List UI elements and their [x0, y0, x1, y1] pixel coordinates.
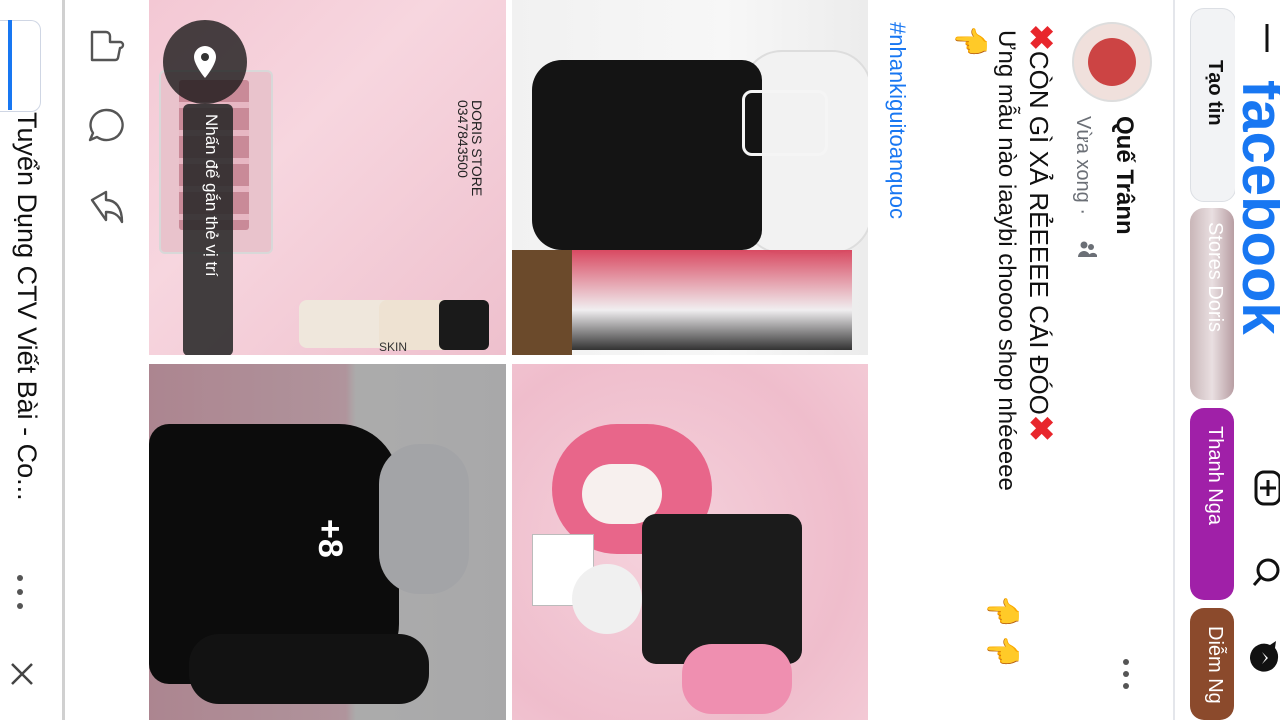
group-chip[interactable] — [0, 20, 41, 112]
ribbon-detail — [742, 90, 828, 156]
story-label: Stores Doris — [1204, 222, 1226, 333]
pointing-hand-emoji: 👈 — [984, 597, 1022, 630]
caption-line-2: Ưng mẫu nào iaaybi choooo shop nhéeeee — [992, 30, 1020, 491]
top-black — [532, 60, 762, 250]
author-avatar[interactable] — [1072, 22, 1152, 102]
story-label: Thanh Nga — [1204, 426, 1226, 525]
story-label: Diễm Ng — [1204, 626, 1226, 704]
post-time: Vừa xong · — [1072, 116, 1094, 215]
post-more-icon[interactable] — [1116, 656, 1136, 692]
keychain-charm — [572, 564, 642, 634]
caption-text-2: Ưng mẫu nào iaaybi choooo shop nhéeeee — [993, 30, 1020, 491]
more-photos-count[interactable]: +8 — [310, 519, 349, 558]
author-name[interactable]: Quế Trânn — [1110, 116, 1138, 235]
post-photo-black-dress[interactable]: +8 — [149, 364, 506, 720]
create-story-label: Tạo tin — [1204, 60, 1226, 126]
post-hashtag[interactable]: #nhankiguitoanquoc — [884, 22, 910, 219]
caption-line-1: ✖CÒN GÌ XẢ RẺEEEE CÁI ĐÓO✖ — [1022, 24, 1060, 442]
pointing-hand-emoji: 👈 — [952, 27, 990, 60]
bottle-cap — [439, 300, 489, 350]
red-x-icon: ✖ — [1023, 24, 1059, 51]
add-icon[interactable] — [1250, 468, 1280, 508]
plush-strap — [682, 644, 792, 714]
handbag-black — [642, 514, 802, 664]
location-tooltip-text: Nhấn để gắn thẻ vị trí — [202, 114, 221, 277]
messenger-icon[interactable] — [1250, 636, 1280, 680]
post-photo-black-top[interactable] — [512, 0, 868, 355]
search-icon[interactable] — [1250, 552, 1280, 592]
close-icon[interactable] — [8, 660, 36, 688]
share-icon[interactable] — [84, 186, 128, 230]
product-label: SKIN — [379, 340, 408, 354]
comment-icon[interactable] — [84, 104, 128, 148]
sticker-figure — [532, 250, 852, 350]
like-icon[interactable] — [84, 22, 128, 66]
more-options-icon[interactable] — [10, 572, 30, 612]
menu-icon[interactable] — [1256, 20, 1278, 56]
handbag-brown — [512, 250, 572, 355]
red-x-icon: ✖ — [1023, 414, 1059, 442]
sheet-title[interactable]: Tuyển Dụng CTV Viết Bài - Co... — [11, 112, 42, 501]
facebook-logo[interactable]: facebook — [1229, 80, 1280, 335]
caption-text-1: CÒN GÌ XẢ RẺEEEE CÁI ĐÓO — [1024, 50, 1054, 415]
location-pin-icon — [194, 46, 216, 78]
chip-accent — [8, 20, 12, 110]
post-photo-cosmetics[interactable]: SKIN DORIS STORE 0347843500 Nhấn để gắn … — [149, 0, 506, 355]
post-photo-plush-bag[interactable] — [512, 364, 868, 720]
audience-friends-icon[interactable] — [1076, 238, 1098, 260]
pointing-hand-emoji: 👈 — [984, 637, 1022, 670]
avatar-figure — [1088, 38, 1136, 86]
store-phone-text: 0347843500 — [455, 100, 471, 178]
store-tag-text: DORIS STORE — [469, 100, 485, 197]
